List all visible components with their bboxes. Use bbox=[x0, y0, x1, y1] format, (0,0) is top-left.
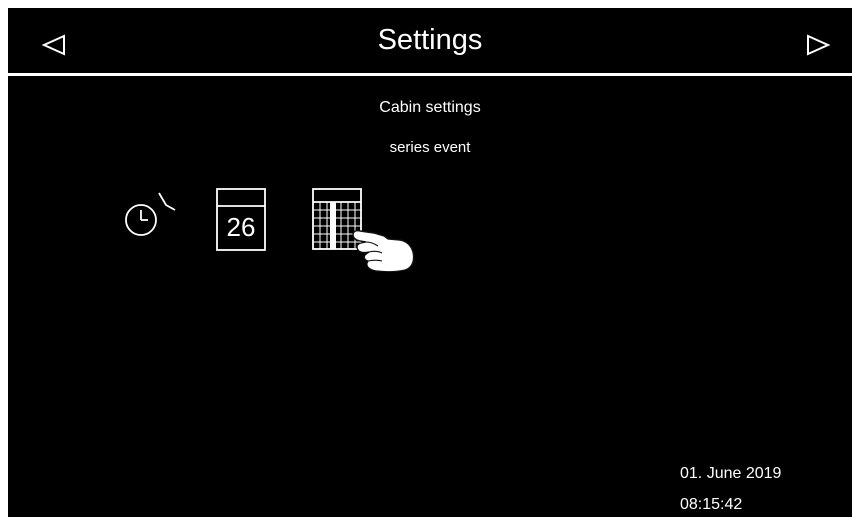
triangle-right-icon bbox=[807, 34, 831, 56]
current-time: 08:15:42 bbox=[680, 496, 743, 513]
current-date: 01. June 2019 bbox=[680, 465, 782, 482]
section-heading: Cabin settings bbox=[379, 99, 481, 116]
series-calendar-tile[interactable] bbox=[312, 188, 416, 272]
clock-tile[interactable] bbox=[120, 186, 182, 248]
calendar-month-grid-icon bbox=[312, 188, 362, 250]
page-title: Settings bbox=[377, 24, 483, 56]
clock-icon bbox=[125, 192, 176, 236]
section-subheading: series event bbox=[389, 139, 471, 156]
hand-pointer-icon bbox=[352, 230, 415, 272]
header-divider bbox=[8, 73, 852, 76]
settings-screen: Settings Cabin settings series event 26 bbox=[8, 8, 852, 517]
day-calendar-tile[interactable]: 26 bbox=[216, 188, 268, 252]
calendar-day-number: 26 bbox=[226, 212, 256, 242]
header-bar: Settings bbox=[8, 8, 852, 76]
next-page-button[interactable] bbox=[802, 28, 836, 62]
